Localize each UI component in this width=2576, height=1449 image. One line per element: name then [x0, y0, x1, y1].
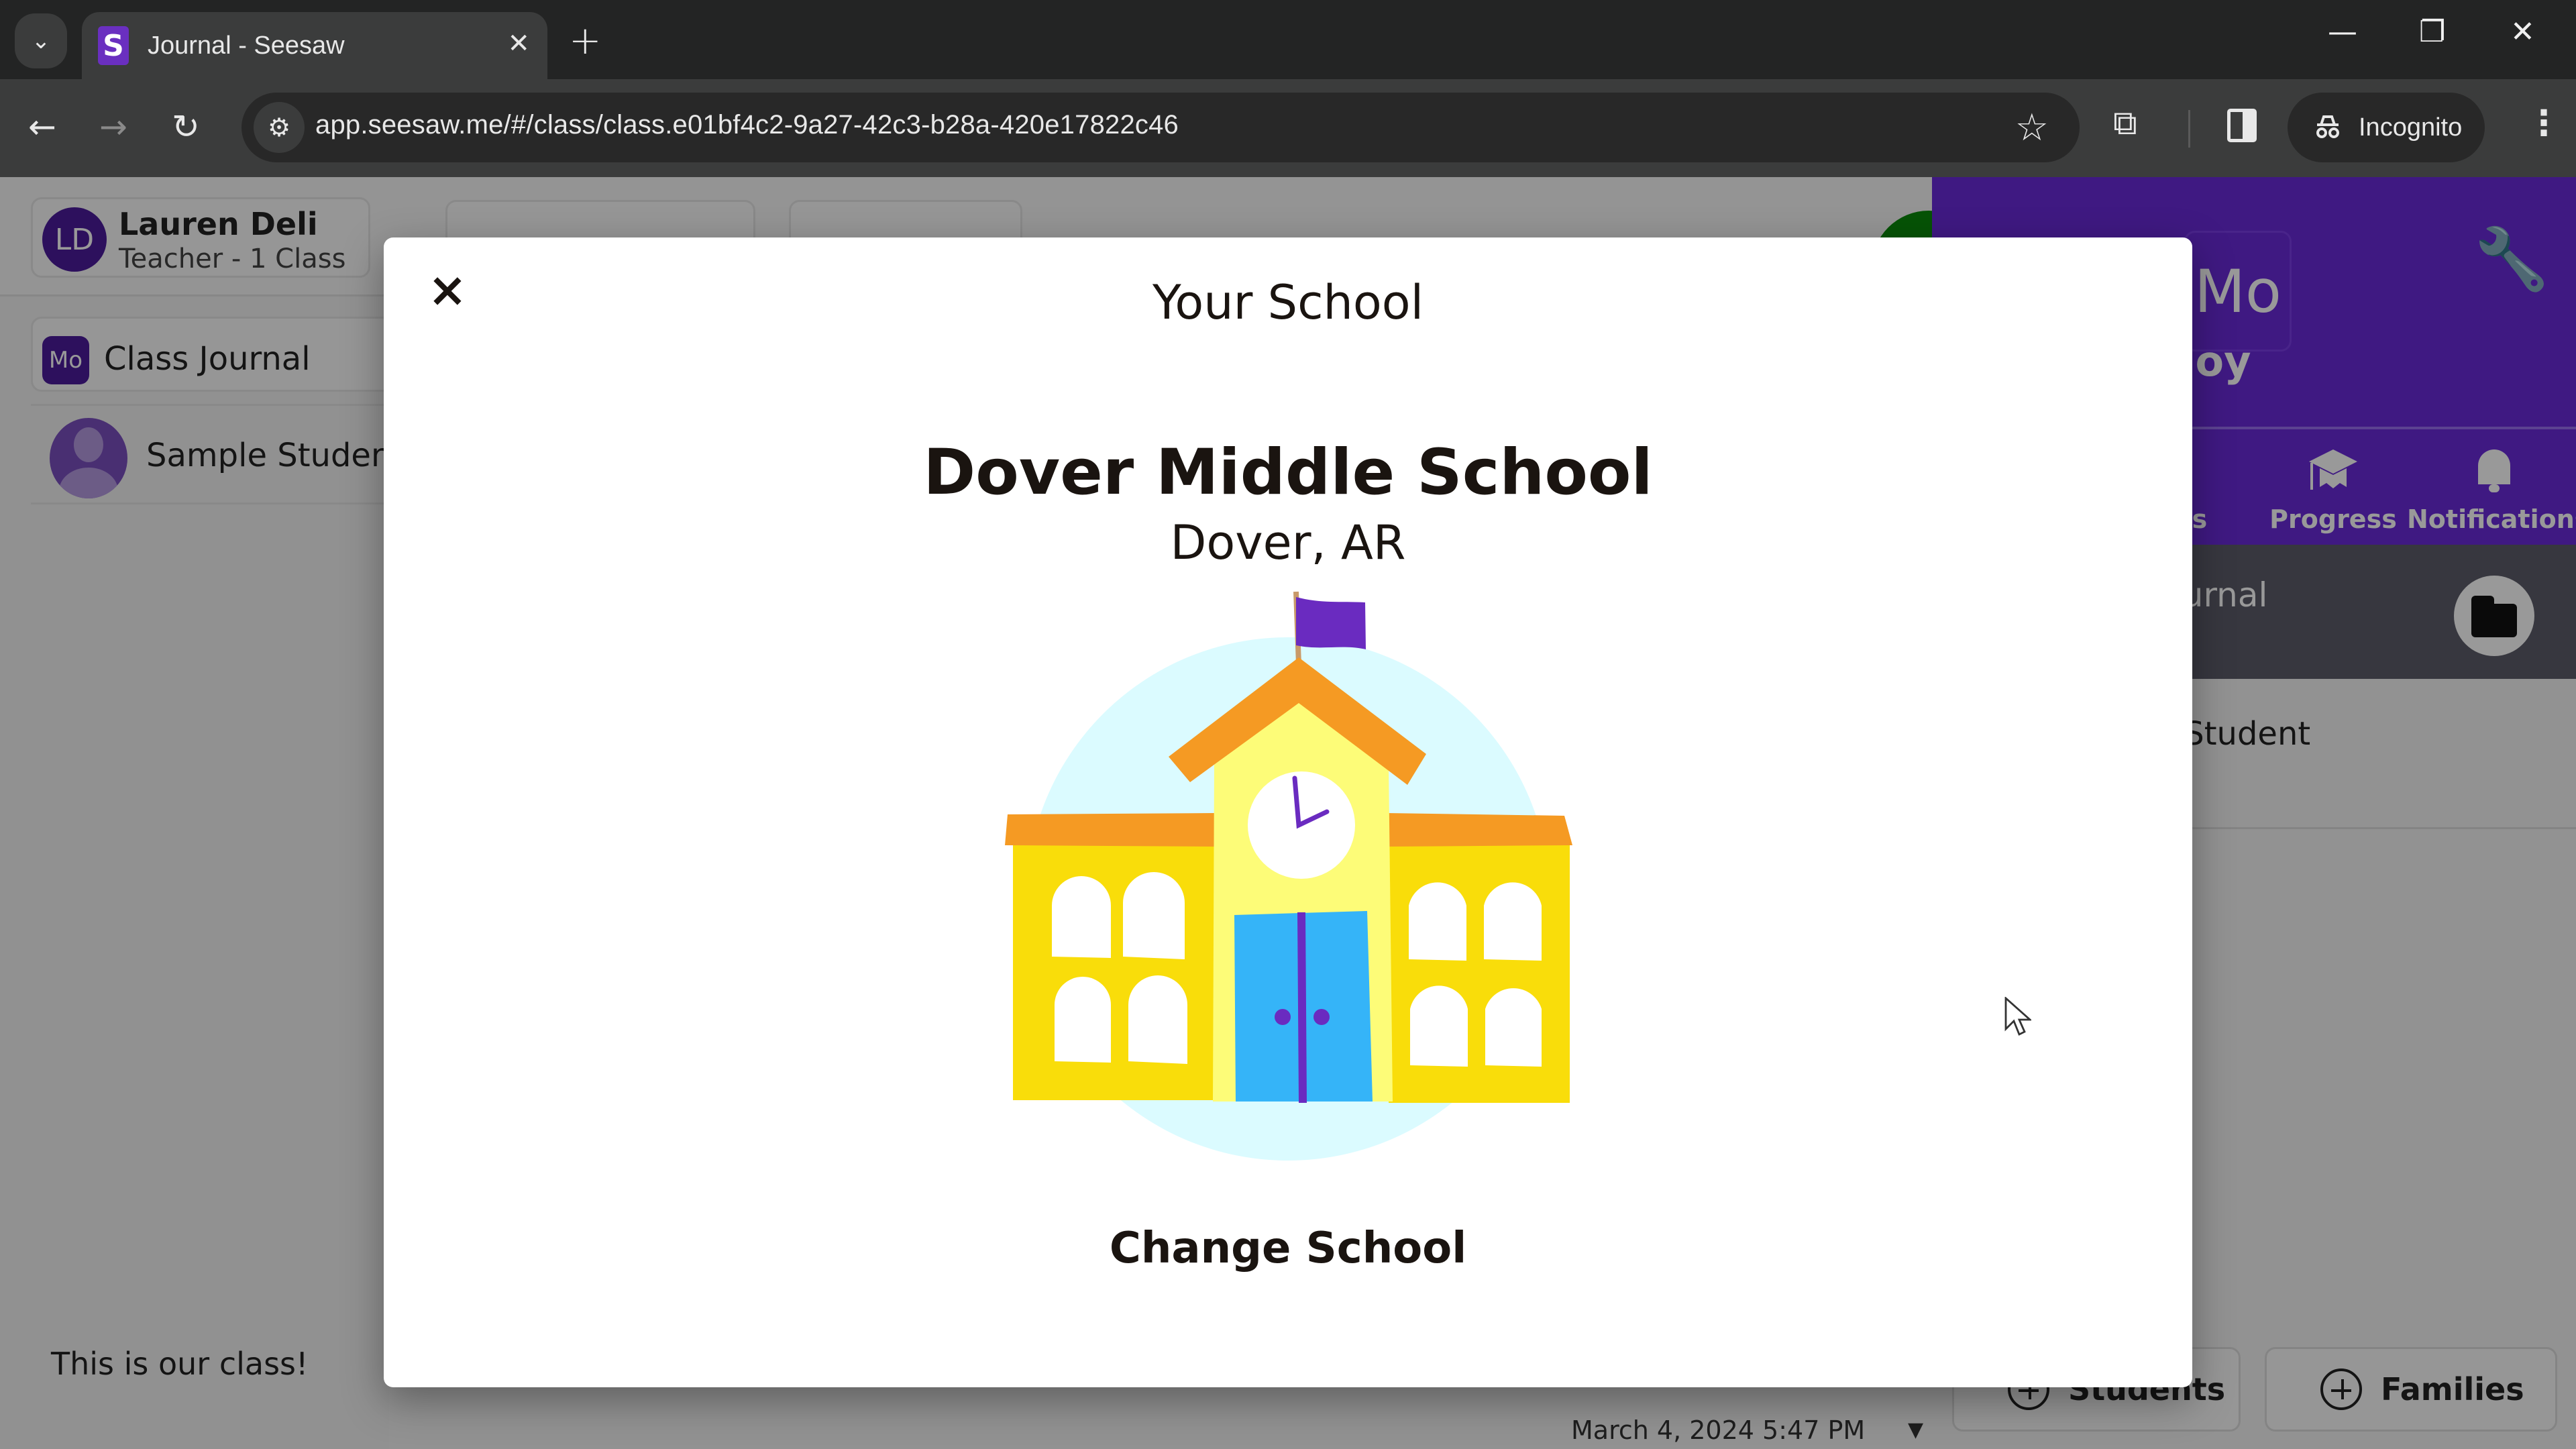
tab-close-icon[interactable]: ✕: [507, 28, 530, 59]
mouse-cursor-icon: [2004, 997, 2031, 1036]
back-arrow-icon[interactable]: ←: [28, 107, 56, 146]
left-wing-roof: [1005, 813, 1214, 847]
toolbar-divider: [2188, 110, 2190, 148]
close-window-icon[interactable]: ✕: [2510, 15, 2535, 49]
address-bar[interactable]: ⚙ app.seesaw.me/#/class/class.e01bf4c2-9…: [241, 93, 2080, 162]
minimize-icon[interactable]: —: [2328, 15, 2357, 49]
browser-toolbar: ← → ↻ ⚙ app.seesaw.me/#/class/class.e01b…: [0, 79, 2576, 177]
door-knob-left: [1275, 1009, 1291, 1025]
bookmark-star-icon[interactable]: ☆: [2015, 106, 2049, 150]
reload-icon[interactable]: ↻: [172, 107, 200, 146]
url-text[interactable]: app.seesaw.me/#/class/class.e01bf4c2-9a2…: [315, 110, 1179, 140]
chevron-down-icon: ⌄: [31, 28, 51, 54]
school-location: Dover, AR: [1170, 515, 1406, 570]
incognito-label: Incognito: [2359, 113, 2463, 142]
your-school-modal: × Your School Dover Middle School Dover,…: [384, 237, 2192, 1387]
forward-arrow-icon[interactable]: →: [99, 107, 127, 146]
browser-menu-kebab-icon[interactable]: ⋮: [2526, 103, 2561, 144]
restore-icon[interactable]: ❐: [2419, 15, 2445, 49]
change-school-button[interactable]: Change School: [384, 1224, 2192, 1273]
incognito-icon: [2316, 115, 2339, 138]
school-name: Dover Middle School: [923, 436, 1653, 509]
seesaw-favicon-icon: S: [98, 26, 129, 65]
modal-title: Your School: [1152, 275, 1424, 330]
door-split: [1297, 912, 1307, 1104]
side-panel-icon[interactable]: [2227, 109, 2257, 142]
school-building-illustration: [1005, 591, 1572, 1161]
browser-tab-active[interactable]: S Journal - Seesaw ✕: [82, 12, 547, 79]
browser-tabstrip: ⌄ S Journal - Seesaw ✕ + — ❐ ✕: [0, 0, 2576, 79]
extensions-puzzle-icon[interactable]: ⧉: [2113, 103, 2137, 143]
flag-icon: [1296, 597, 1366, 649]
left-wing: [1013, 839, 1221, 1100]
right-wing-roof: [1386, 813, 1572, 847]
change-school-label: Change School: [1109, 1224, 1467, 1273]
incognito-badge[interactable]: Incognito: [2288, 93, 2485, 162]
tab-search-button[interactable]: ⌄: [15, 13, 67, 68]
door-knob-right: [1313, 1009, 1330, 1025]
new-tab-plus-icon[interactable]: +: [569, 17, 602, 63]
site-info-tune-icon[interactable]: ⚙: [254, 102, 305, 153]
tab-title: Journal - Seesaw: [148, 31, 345, 60]
